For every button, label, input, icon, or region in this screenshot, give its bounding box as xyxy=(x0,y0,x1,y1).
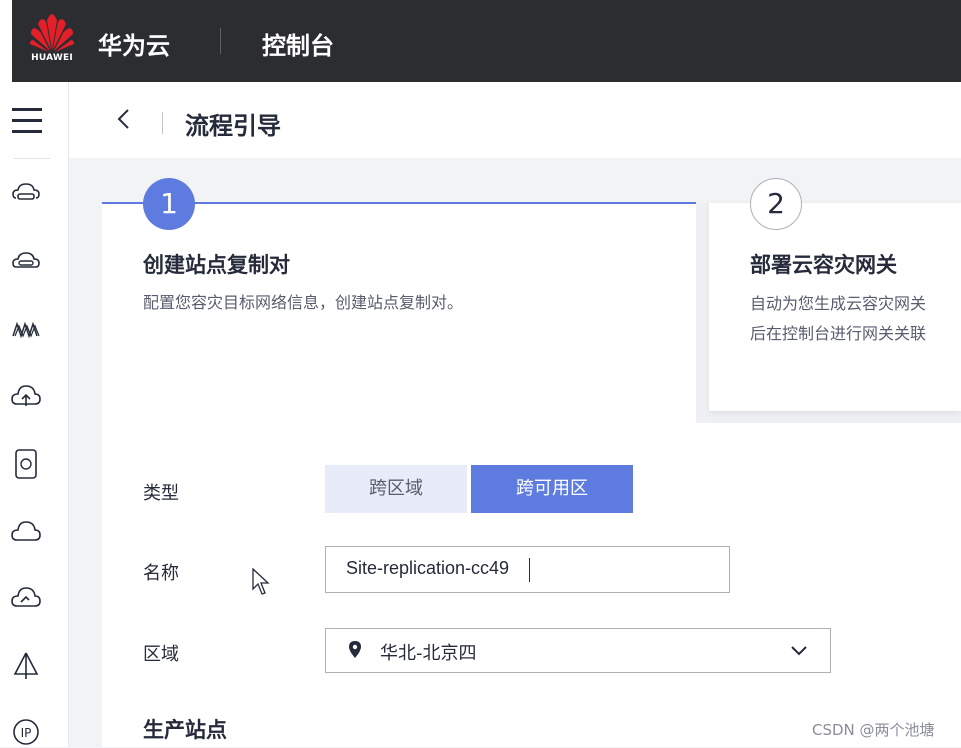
service-sidebar: IP xyxy=(0,82,69,747)
page-header: 流程引导 xyxy=(69,82,961,158)
watermark: CSDN @两个池塘 xyxy=(812,721,935,739)
card-gap xyxy=(696,203,709,423)
location-pin-icon xyxy=(349,641,361,658)
console-link[interactable]: 控制台 xyxy=(262,26,334,61)
text-caret xyxy=(529,558,530,582)
brand-name[interactable]: 华为云 xyxy=(98,26,170,61)
page-title: 流程引导 xyxy=(185,112,281,140)
region-label: 区域 xyxy=(143,644,179,665)
storage-device-icon[interactable] xyxy=(10,448,42,480)
window-edge xyxy=(0,0,12,82)
huawei-petals-icon xyxy=(30,14,74,52)
topbar-divider xyxy=(220,28,221,54)
cloud-disk-icon[interactable] xyxy=(10,246,42,278)
chevron-down-icon[interactable] xyxy=(790,643,808,657)
type-option-cross-az[interactable]: 跨可用区 xyxy=(471,465,633,513)
logo-wordmark: HUAWEI xyxy=(31,53,73,63)
step2-desc-line: 后在控制台进行网关关联 xyxy=(750,324,927,343)
cloud-server-icon[interactable] xyxy=(10,178,42,210)
back-arrow-icon[interactable] xyxy=(113,106,135,132)
name-input-box[interactable] xyxy=(325,546,730,593)
step1-description: 配置您容灾目标网络信息，创建站点复制对。 xyxy=(143,293,464,312)
step2-desc-line: 自动为您生成云容灾网关 xyxy=(750,294,927,313)
step1-number-badge: 1 xyxy=(143,178,195,230)
sail-icon[interactable] xyxy=(10,650,42,682)
top-nav-bar: HUAWEI 华为云 控制台 xyxy=(0,0,961,82)
header-divider xyxy=(162,112,163,134)
card-gap-bottom xyxy=(696,411,961,423)
step2-title: 部署云容灾网关 xyxy=(750,253,897,277)
type-label: 类型 xyxy=(143,483,179,504)
type-option-cross-region[interactable]: 跨区域 xyxy=(325,465,467,513)
sidebar-divider xyxy=(14,158,50,159)
step1-title: 创建站点复制对 xyxy=(143,253,290,277)
mouse-cursor-icon xyxy=(252,568,270,595)
cloud-icon[interactable] xyxy=(10,516,42,548)
svg-text:IP: IP xyxy=(21,726,32,740)
ip-icon[interactable]: IP xyxy=(10,716,42,748)
cloud-backup-icon[interactable] xyxy=(10,582,42,614)
name-input[interactable] xyxy=(346,547,726,590)
region-select[interactable]: 华北-北京四 xyxy=(325,628,831,673)
step2-description: 自动为您生成云容灾网关 后在控制台进行网关关联 xyxy=(750,289,961,349)
step2-number-badge: 2 xyxy=(750,178,802,230)
name-label: 名称 xyxy=(143,563,179,584)
region-selected-value: 华北-北京四 xyxy=(380,643,477,664)
huawei-logo[interactable]: HUAWEI xyxy=(28,14,76,66)
menu-icon[interactable] xyxy=(12,108,42,134)
cloud-upload-icon[interactable] xyxy=(10,380,42,412)
section-title-production-site: 生产站点 xyxy=(143,718,227,742)
network-wave-icon[interactable] xyxy=(10,314,42,346)
